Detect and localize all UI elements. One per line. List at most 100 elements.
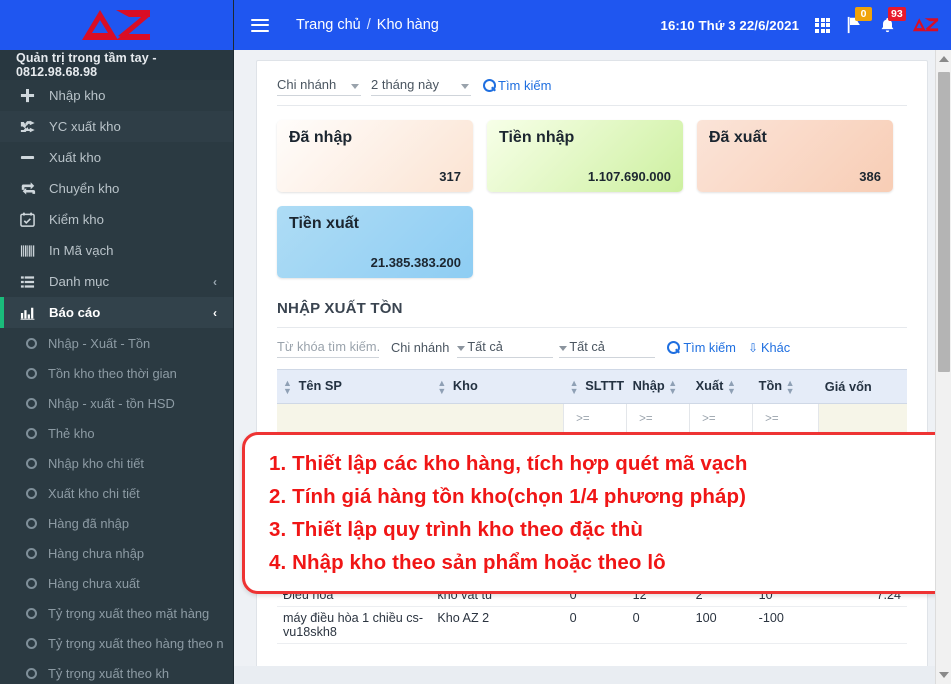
sidebar-item-nhap-kho[interactable]: Nhập kho (0, 80, 233, 111)
sidebar-subitem-ty-trong-xuat-theo-mat-hang[interactable]: Tỷ trọng xuất theo mặt hàng (0, 598, 233, 628)
column-header-xuat[interactable]: Xuất ▲ ▼ (689, 369, 753, 404)
sidebar-subitem-label: Tỷ trọng xuất theo kh (48, 665, 170, 681)
page-scrollbar[interactable] (935, 50, 951, 684)
divider (277, 105, 907, 106)
sidebar-subitem-hang-da-nhap[interactable]: Hàng đã nhập (0, 508, 233, 538)
filter-operator: >= (702, 412, 716, 425)
sidebar-subitem-label: Hàng đã nhập (48, 515, 129, 531)
sidebar-item-danh-muc[interactable]: Danh mục ‹ (0, 266, 233, 297)
bell-notifications-button[interactable]: 93 (879, 7, 906, 34)
filter-cell-nhap[interactable]: >= (626, 403, 691, 435)
stat-card-da-xuat[interactable]: Đã xuất 386 (697, 120, 893, 192)
column-header-ton[interactable]: Tồn ▲ ▼ (752, 369, 819, 404)
filter-cell-ton[interactable]: >= (752, 403, 820, 435)
circle-bullet-icon (26, 547, 37, 559)
cell-ton: -100 (752, 606, 819, 645)
stat-card-value: 386 (859, 169, 881, 184)
top-search-button[interactable]: Tìm kiếm (483, 78, 551, 96)
circle-bullet-icon (26, 457, 37, 469)
stat-card-value: 317 (439, 169, 461, 184)
stat-card-tien-nhap[interactable]: Tiền nhập 1.107.690.000 (487, 120, 683, 192)
filter-cell-ten-sp[interactable] (277, 403, 432, 435)
barcode-icon (20, 244, 42, 258)
sidebar-subitem-nhap-xuat-ton-hsd[interactable]: Nhập - xuất - tồn HSD (0, 388, 233, 418)
sidebar-item-label: In Mã vạch (49, 243, 114, 258)
sidebar-subitem-label: Hàng chưa xuất (48, 575, 140, 591)
search-input[interactable] (277, 339, 379, 358)
sidebar-item-in-ma-vach[interactable]: In Mã vạch (0, 235, 233, 266)
sidebar-item-chuyen-kho[interactable]: Chuyển kho (0, 173, 233, 204)
bar-chart-icon (20, 306, 42, 320)
top-filter-bar: Chi nhánh 2 tháng này Tìm kiếm (277, 77, 907, 105)
filter-cell-kho[interactable] (431, 403, 564, 435)
circle-bullet-icon (26, 337, 37, 349)
circle-bullet-icon (26, 367, 37, 379)
sidebar-subitem-nhap-xuat-ton[interactable]: Nhập - Xuất - Tồn (0, 328, 233, 358)
stat-card-value: 21.385.383.200 (370, 255, 461, 270)
apps-grid-button[interactable] (815, 17, 830, 33)
sidebar-item-label: Chuyển kho (49, 181, 120, 196)
sort-icon: ▲ ▼ (726, 377, 736, 396)
top-bar: Trang chủ / Kho hàng 16:10 Thứ 3 22/6/20… (234, 0, 951, 50)
filter-cell-xuat[interactable]: >= (689, 403, 754, 435)
shuffle-icon (20, 119, 42, 134)
content-bottom-strip (234, 666, 951, 684)
sidebar-item-yc-xuat-kho[interactable]: YC xuất kho (0, 111, 233, 142)
more-filters-button[interactable]: ⇩ Khác (748, 340, 790, 358)
scrollbar-thumb[interactable] (938, 72, 950, 372)
circle-bullet-icon (26, 427, 37, 439)
sidebar-subitem-ty-trong-xuat-theo-kh[interactable]: Tỷ trọng xuất theo kh (0, 658, 233, 684)
filter-cell-slttt[interactable]: >= (563, 403, 628, 435)
chevron-left-icon: ‹ (213, 274, 217, 289)
period-select[interactable]: 2 tháng này (371, 77, 471, 96)
table-row[interactable]: máy điều hòa 1 chiều cs-vu18skh8 Kho AZ … (277, 606, 907, 645)
breadcrumb-separator: / (366, 17, 371, 33)
filter-operator: >= (576, 412, 590, 425)
sidebar-item-xuat-kho[interactable]: Xuất kho (0, 142, 233, 173)
brand-logo-button[interactable] (912, 17, 939, 33)
column-label: Tên SP (298, 378, 342, 393)
chevron-down-icon (461, 84, 469, 89)
column-header-kho[interactable]: ▲ ▼ Kho (431, 369, 564, 404)
sidebar-subitem-label: Nhập - Xuất - Tồn (48, 335, 151, 351)
sidebar-subitem-label: Nhập kho chi tiết (48, 455, 145, 471)
hamburger-menu-icon[interactable] (251, 15, 269, 35)
sort-icon: ▲ ▼ (437, 377, 447, 396)
sidebar-item-bao-cao[interactable]: Báo cáo ‹ (0, 297, 233, 328)
top-search-label: Tìm kiếm (498, 78, 552, 93)
flag-notifications-button[interactable]: 0 (846, 7, 872, 34)
table-search-button[interactable]: Tìm kiếm (667, 340, 736, 358)
scroll-up-arrow-icon[interactable] (939, 56, 949, 62)
list-icon (20, 275, 42, 289)
sidebar-subitem-the-kho[interactable]: Thẻ kho (0, 418, 233, 448)
column-label: Nhập (632, 378, 665, 393)
filter-select-1[interactable]: Tất cả (457, 339, 554, 358)
column-header-slttt[interactable]: ▲ ▼ SLTTT (563, 369, 627, 404)
sidebar-subitem-ty-trong-xuat-theo-hang-theo-n[interactable]: Tỷ trọng xuất theo hàng theo n (0, 628, 233, 658)
stat-card-da-nhap[interactable]: Đã nhập 317 (277, 120, 473, 192)
sidebar-subitem-xuat-kho-chi-tiet[interactable]: Xuất kho chi tiết (0, 478, 233, 508)
stat-card-tien-xuat[interactable]: Tiền xuất 21.385.383.200 (277, 206, 473, 278)
filter-select-2[interactable]: Tất cả (559, 339, 656, 358)
table-search-label: Tìm kiếm (683, 340, 736, 355)
branch-select[interactable]: Chi nhánh (277, 77, 361, 96)
sidebar-subitem-nhap-kho-chi-tiet[interactable]: Nhập kho chi tiết (0, 448, 233, 478)
column-header-nhap[interactable]: Nhập ▲ ▼ (626, 369, 690, 404)
sidebar-item-label: Kiểm kho (49, 212, 104, 227)
sidebar-subitem-ton-kho-theo-thoi-gian[interactable]: Tồn kho theo thời gian (0, 358, 233, 388)
sidebar-item-label: Danh mục (49, 274, 110, 289)
column-header-gia-von[interactable]: Giá vốn (818, 369, 907, 404)
scroll-down-arrow-icon[interactable] (939, 672, 949, 678)
bell-badge-count: 93 (888, 7, 906, 21)
plus-icon (20, 88, 42, 103)
breadcrumb-home[interactable]: Trang chủ (296, 17, 361, 33)
sidebar-subitem-label: Hàng chưa nhập (48, 545, 145, 561)
sidebar-item-kiem-kho[interactable]: Kiểm kho (0, 204, 233, 235)
column-header-ten-sp[interactable]: ▲ ▼ Tên SP (277, 369, 432, 404)
sidebar-logo[interactable] (0, 0, 233, 50)
stat-card-title: Tiền nhập (499, 129, 575, 146)
filter-cell-gia-von[interactable] (818, 403, 907, 435)
stat-cards: Đã nhập 317 Tiền nhập 1.107.690.000 Đã x… (277, 120, 907, 278)
sidebar-subitem-hang-chua-nhap[interactable]: Hàng chưa nhập (0, 538, 233, 568)
sidebar-subitem-hang-chua-xuat[interactable]: Hàng chưa xuất (0, 568, 233, 598)
